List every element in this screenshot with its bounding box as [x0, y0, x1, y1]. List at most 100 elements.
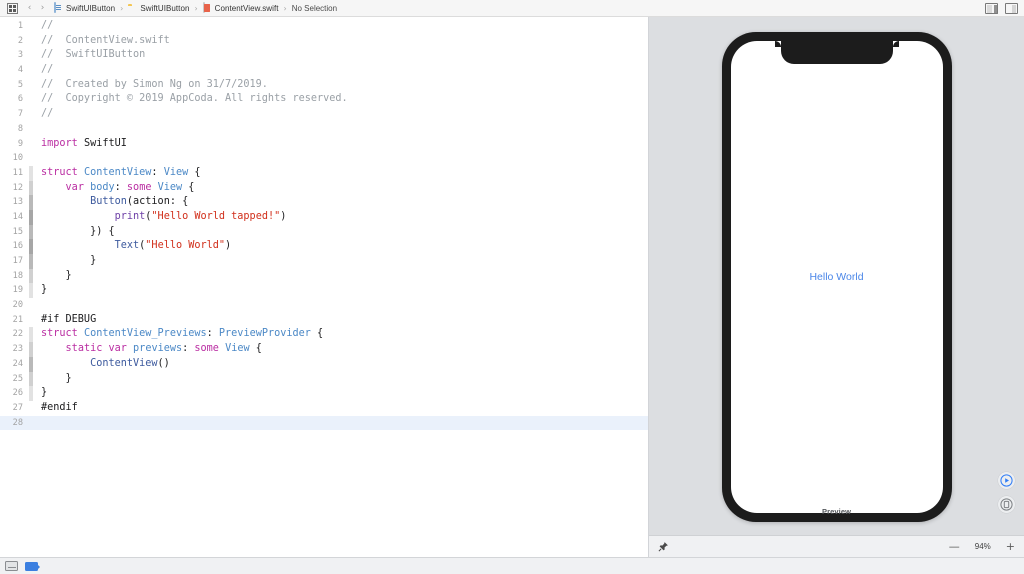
- code-text: [34, 298, 47, 313]
- source-editor[interactable]: 1//2// ContentView.swift3// SwiftUIButto…: [0, 17, 648, 557]
- code-text: }: [34, 386, 47, 401]
- breadcrumb-item-selection[interactable]: No Selection: [292, 4, 337, 13]
- line-number: 18: [0, 269, 28, 284]
- iphone-device-frame: Hello World: [722, 32, 952, 522]
- line-number: 6: [0, 92, 28, 107]
- line-number: 1: [0, 19, 28, 34]
- scope-indicator: [28, 298, 34, 313]
- line-number: 24: [0, 357, 28, 372]
- inspector-panel-icon[interactable]: [1005, 3, 1018, 14]
- code-text: [34, 151, 47, 166]
- scope-indicator: [28, 34, 34, 49]
- code-line[interactable]: 10: [0, 151, 648, 166]
- breadcrumb-item-project[interactable]: SwiftUIButton: [54, 3, 115, 13]
- live-preview-play-button[interactable]: [998, 472, 1015, 489]
- code-line[interactable]: 16 Text("Hello World"): [0, 239, 648, 254]
- zoom-controls: — 94% +: [949, 541, 1015, 552]
- code-text: }: [34, 372, 72, 387]
- code-line[interactable]: 15 }) {: [0, 225, 648, 240]
- breadcrumb-separator: ›: [284, 4, 287, 13]
- pin-icon[interactable]: [658, 541, 669, 552]
- scope-indicator: [28, 92, 34, 107]
- line-number: 27: [0, 401, 28, 416]
- scope-indicator: [28, 254, 34, 269]
- debug-view-icon[interactable]: [25, 562, 38, 571]
- preview-float-buttons: [998, 472, 1015, 513]
- line-number: 19: [0, 283, 28, 298]
- code-line[interactable]: 22 struct ContentView_Previews: PreviewPr…: [0, 327, 648, 342]
- jump-bar-right: [985, 0, 1018, 17]
- code-text: struct ContentView_Previews: PreviewProv…: [34, 327, 323, 342]
- code-line[interactable]: 13 Button(action: {: [0, 195, 648, 210]
- xcode-window: ‹ › SwiftUIButton › SwiftUIButton › Cont…: [0, 0, 1024, 574]
- line-number: 17: [0, 254, 28, 269]
- code-line[interactable]: 9 import SwiftUI: [0, 137, 648, 152]
- code-line[interactable]: 20: [0, 298, 648, 313]
- code-line[interactable]: 2// ContentView.swift: [0, 34, 648, 49]
- workspace: 1//2// ContentView.swift3// SwiftUIButto…: [0, 17, 1024, 557]
- jump-bar-left: ‹ › SwiftUIButton › SwiftUIButton › Cont…: [4, 2, 337, 15]
- code-text: [34, 416, 47, 431]
- code-text: [34, 122, 47, 137]
- code-text: Button(action: {: [34, 195, 188, 210]
- code-line[interactable]: 25 }: [0, 372, 648, 387]
- navigate-forward-button[interactable]: ›: [36, 2, 49, 15]
- swift-file-icon: [203, 3, 212, 13]
- breadcrumb-item-group[interactable]: SwiftUIButton: [128, 3, 189, 13]
- line-number: 12: [0, 181, 28, 196]
- breadcrumb-item-file[interactable]: ContentView.swift: [203, 3, 279, 13]
- code-line[interactable]: 23 static var previews: some View {: [0, 342, 648, 357]
- code-lines: 1//2// ContentView.swift3// SwiftUIButto…: [0, 17, 648, 430]
- navigate-back-button[interactable]: ‹: [23, 2, 36, 15]
- preview-device-settings-button[interactable]: [998, 496, 1015, 513]
- code-line[interactable]: 11struct ContentView: View {: [0, 166, 648, 181]
- code-line[interactable]: 18 }: [0, 269, 648, 284]
- device-screen: Hello World: [731, 41, 943, 513]
- code-text: // SwiftUIButton: [34, 48, 145, 63]
- console-icon[interactable]: [5, 561, 18, 571]
- code-line[interactable]: 3// SwiftUIButton: [0, 48, 648, 63]
- scope-indicator: [28, 401, 34, 416]
- zoom-in-button[interactable]: +: [1006, 541, 1015, 552]
- code-line[interactable]: 14 print("Hello World tapped!"): [0, 210, 648, 225]
- code-line[interactable]: 19}: [0, 283, 648, 298]
- code-line[interactable]: 21#if DEBUG: [0, 313, 648, 328]
- line-number: 16: [0, 239, 28, 254]
- code-line[interactable]: 12 var body: some View {: [0, 181, 648, 196]
- code-line[interactable]: 1//: [0, 19, 648, 34]
- code-line[interactable]: 5// Created by Simon Ng on 31/7/2019.: [0, 78, 648, 93]
- line-number: 26: [0, 386, 28, 401]
- code-line[interactable]: 8: [0, 122, 648, 137]
- code-line[interactable]: 6// Copyright © 2019 AppCoda. All rights…: [0, 92, 648, 107]
- line-number: 4: [0, 63, 28, 78]
- code-text: import SwiftUI: [34, 137, 127, 152]
- code-line[interactable]: 7//: [0, 107, 648, 122]
- grid-icon[interactable]: [7, 3, 18, 14]
- scope-indicator: [28, 107, 34, 122]
- code-line[interactable]: 24 ContentView(): [0, 357, 648, 372]
- code-line[interactable]: 17 }: [0, 254, 648, 269]
- zoom-out-button[interactable]: —: [949, 541, 960, 552]
- editor-layout-icon[interactable]: [985, 3, 998, 14]
- preview-canvas[interactable]: Hello World Preview: [649, 17, 1024, 557]
- code-line[interactable]: 4//: [0, 63, 648, 78]
- breadcrumb-label: SwiftUIButton: [66, 4, 115, 13]
- folder-icon: [128, 3, 137, 13]
- line-number: 2: [0, 34, 28, 49]
- scope-indicator: [28, 151, 34, 166]
- code-text: static var previews: some View {: [34, 342, 262, 357]
- scope-indicator: [28, 63, 34, 78]
- line-number: 13: [0, 195, 28, 210]
- line-number: 22: [0, 327, 28, 342]
- code-line[interactable]: 27#endif: [0, 401, 648, 416]
- code-text: }: [34, 254, 96, 269]
- canvas-bottom-bar: — 94% +: [649, 535, 1024, 557]
- code-text: Text("Hello World"): [34, 239, 231, 254]
- line-number: 20: [0, 298, 28, 313]
- line-number: 9: [0, 137, 28, 152]
- hello-world-button[interactable]: Hello World: [805, 269, 867, 285]
- code-line[interactable]: 26}: [0, 386, 648, 401]
- code-line[interactable]: 28: [0, 416, 648, 431]
- scope-indicator: [28, 137, 34, 152]
- breadcrumb: SwiftUIButton › SwiftUIButton › ContentV…: [54, 3, 337, 13]
